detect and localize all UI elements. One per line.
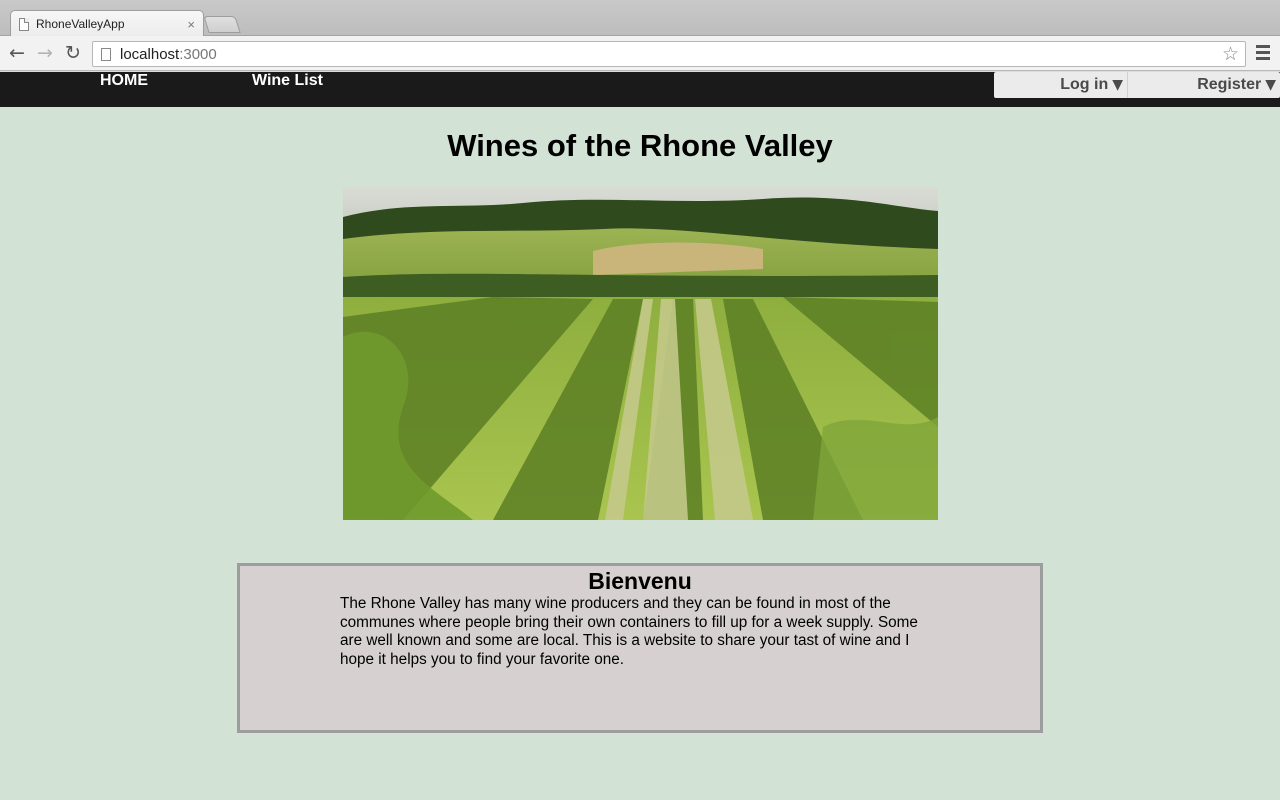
page-icon bbox=[101, 47, 111, 61]
tab-close-icon[interactable]: × bbox=[187, 17, 195, 32]
forward-arrow-icon[interactable]: → bbox=[34, 43, 56, 65]
browser-tabstrip: RhoneValleyApp × bbox=[0, 0, 1280, 37]
login-label: Log in bbox=[1060, 76, 1109, 93]
vineyard-photo bbox=[343, 187, 938, 520]
back-arrow-icon[interactable]: ← bbox=[6, 43, 28, 65]
dropdown-arrow-icon: ▼ bbox=[1112, 77, 1123, 93]
browser-tab[interactable]: RhoneValleyApp × bbox=[10, 10, 204, 37]
login-dropdown[interactable]: Log in ▼ bbox=[994, 72, 1128, 98]
tab-title: RhoneValleyApp bbox=[36, 17, 125, 31]
register-label: Register bbox=[1197, 76, 1262, 93]
address-bar[interactable]: localhost:3000 ☆ bbox=[92, 41, 1246, 67]
nav-wine-list-link[interactable]: Wine List bbox=[252, 72, 323, 90]
welcome-text: The Rhone Valley has many wine producers… bbox=[340, 595, 918, 668]
browser-toolbar: ← → ↻ localhost:3000 ☆ bbox=[0, 36, 1280, 71]
url-host: localhost bbox=[120, 45, 180, 63]
bookmark-star-icon[interactable]: ☆ bbox=[1222, 43, 1239, 65]
register-dropdown[interactable]: Register ▼ bbox=[1128, 72, 1280, 98]
url-port: :3000 bbox=[179, 45, 217, 63]
auth-menu: Log in ▼ Register ▼ bbox=[994, 72, 1280, 98]
welcome-panel: Bienvenu The Rhone Valley has many wine … bbox=[237, 563, 1043, 733]
dropdown-arrow-icon: ▼ bbox=[1265, 77, 1276, 93]
browser-menu-icon[interactable] bbox=[1256, 45, 1270, 61]
site-navbar: HOME Wine List Log in ▼ Register ▼ bbox=[0, 72, 1280, 107]
page-icon bbox=[19, 17, 29, 31]
nav-home-link[interactable]: HOME bbox=[100, 72, 148, 90]
new-tab-button[interactable] bbox=[203, 16, 241, 33]
reload-icon[interactable]: ↻ bbox=[62, 43, 84, 65]
welcome-heading: Bienvenu bbox=[588, 568, 692, 594]
page-title: Wines of the Rhone Valley bbox=[447, 128, 833, 163]
